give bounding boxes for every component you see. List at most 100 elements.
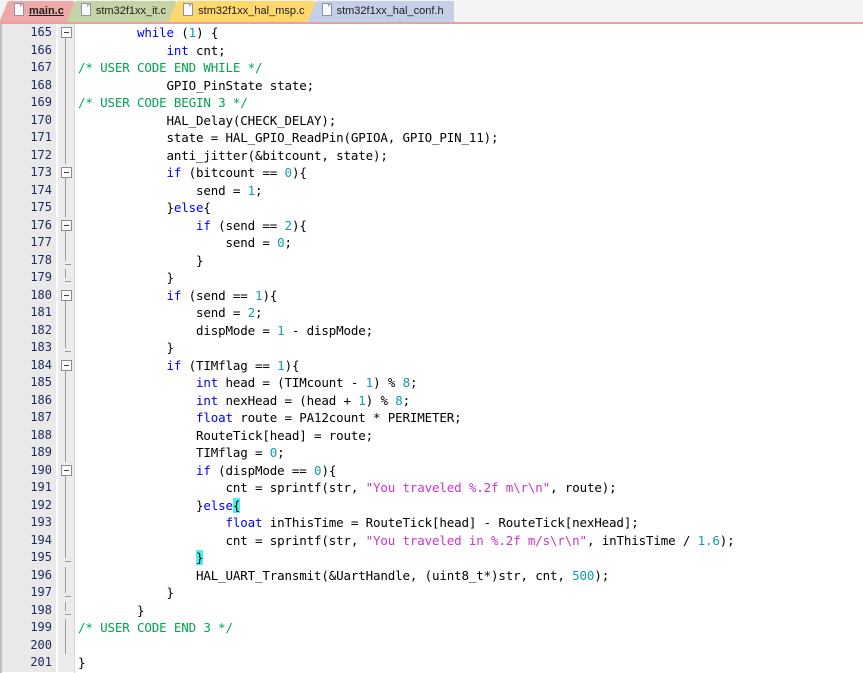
line-number: 167 bbox=[0, 59, 56, 77]
fold-gutter-cell bbox=[58, 444, 74, 462]
editor-tab-label: stm32f1xx_hal_conf.h bbox=[336, 5, 444, 17]
code-line[interactable]: 169 /* USER CODE BEGIN 3 */ bbox=[0, 94, 863, 112]
code-line[interactable]: 183 } bbox=[0, 339, 863, 357]
line-number: 196 bbox=[0, 566, 56, 584]
code-lines-container: 165 while (1) {166 int cnt; 167/* USER CO… bbox=[0, 24, 863, 672]
code-line[interactable]: 187 float route = PA12count * PERIMETER; bbox=[0, 409, 863, 427]
code-text: cnt = sprintf(str, "You traveled %.2f m\… bbox=[78, 480, 617, 495]
fold-gutter-cell bbox=[58, 426, 74, 444]
code-line[interactable]: 173 if (bitcount == 0){ bbox=[0, 164, 863, 182]
fold-collapse-icon[interactable] bbox=[61, 27, 72, 38]
code-line[interactable]: 200 bbox=[0, 636, 863, 654]
fold-gutter-cell bbox=[58, 636, 74, 654]
code-line[interactable]: 194 cnt = sprintf(str, "You traveled in … bbox=[0, 531, 863, 549]
fold-collapse-icon[interactable] bbox=[61, 464, 72, 476]
code-text: } bbox=[78, 655, 86, 670]
code-line[interactable]: 168 GPIO_PinState state; bbox=[0, 76, 863, 94]
code-text: if (send == 2){ bbox=[196, 217, 307, 233]
fold-gutter-cell bbox=[58, 146, 74, 164]
code-line[interactable]: 188 RouteTick[head] = route; bbox=[0, 426, 863, 444]
fold-gutter-cell[interactable] bbox=[58, 286, 74, 304]
fold-gutter-cell bbox=[58, 531, 74, 549]
code-line[interactable]: 175 }else{ bbox=[0, 199, 863, 217]
fold-gutter-cell bbox=[58, 339, 74, 357]
fold-gutter-cell bbox=[58, 374, 74, 392]
line-number: 179 bbox=[0, 269, 56, 287]
code-text: send = 1; bbox=[78, 182, 263, 198]
editor-tab-stm32f1xx-hal-msp-c[interactable]: stm32f1xx_hal_msp.c bbox=[168, 1, 315, 22]
code-line[interactable]: 165 while (1) { bbox=[0, 24, 863, 42]
fold-gutter-cell[interactable] bbox=[58, 216, 74, 234]
line-number: 194 bbox=[0, 531, 56, 549]
gutter-right-border bbox=[74, 24, 75, 673]
editor-tab-stm32f1xx-it-c[interactable]: stm32f1xx_it.c bbox=[65, 1, 177, 22]
code-text: int head = (TIMcount - 1) % 8; bbox=[196, 375, 418, 390]
fold-collapse-icon[interactable] bbox=[61, 359, 72, 371]
fold-end-marker bbox=[65, 351, 71, 352]
fold-gutter-cell bbox=[58, 566, 74, 584]
code-line[interactable]: 171 state = HAL_GPIO_ReadPin(GPIOA, GPIO… bbox=[0, 129, 863, 147]
code-line[interactable]: 184 if (TIMflag == 1){ bbox=[0, 356, 863, 374]
code-line[interactable]: 178 } bbox=[0, 251, 863, 269]
fold-gutter-cell bbox=[58, 601, 74, 619]
code-line[interactable]: 199 /* USER CODE END 3 */ bbox=[0, 619, 863, 637]
code-line[interactable]: 201} bbox=[0, 654, 863, 672]
code-line[interactable]: 182 dispMode = 1 - dispMode; bbox=[0, 321, 863, 339]
code-line[interactable]: 198 } bbox=[0, 601, 863, 619]
line-number: 199 bbox=[0, 619, 56, 637]
code-line[interactable]: 172 anti_jitter(&bitcount, state); bbox=[0, 146, 863, 164]
line-number: 174 bbox=[0, 181, 56, 199]
line-number: 177 bbox=[0, 234, 56, 252]
fold-gutter-cell[interactable] bbox=[58, 461, 74, 479]
fold-gutter-cell[interactable] bbox=[58, 356, 74, 374]
code-line[interactable]: 176 if (send == 2){ bbox=[0, 216, 863, 234]
code-line[interactable]: 181 send = 2; bbox=[0, 304, 863, 322]
fold-collapse-icon[interactable] bbox=[61, 289, 72, 301]
code-line[interactable]: 191 cnt = sprintf(str, "You traveled %.2… bbox=[0, 479, 863, 497]
code-text: HAL_Delay(CHECK_DELAY); bbox=[78, 112, 337, 128]
code-line[interactable]: 179 } bbox=[0, 269, 863, 287]
file-document-icon bbox=[321, 3, 332, 16]
fold-gutter-cell bbox=[58, 41, 74, 59]
fold-collapse-icon[interactable] bbox=[61, 219, 72, 231]
code-line[interactable]: 167 /* USER CODE END WHILE */ bbox=[0, 59, 863, 77]
line-number: 190 bbox=[0, 461, 56, 479]
line-number: 191 bbox=[0, 479, 56, 497]
code-text: } bbox=[78, 252, 204, 268]
code-line[interactable]: 170 HAL_Delay(CHECK_DELAY); bbox=[0, 111, 863, 129]
line-number: 169 bbox=[0, 94, 56, 112]
line-number: 182 bbox=[0, 321, 56, 339]
code-text: float route = PA12count * PERIMETER; bbox=[196, 410, 462, 425]
code-line[interactable]: 180 if (send == 1){ bbox=[0, 286, 863, 304]
code-line[interactable]: 192 }else{ bbox=[0, 496, 863, 514]
fold-collapse-icon[interactable] bbox=[61, 167, 72, 178]
code-text: HAL_UART_Transmit(&UartHandle, (uint8_t*… bbox=[78, 567, 610, 583]
fold-gutter-cell bbox=[58, 129, 74, 147]
code-line[interactable]: 196 HAL_UART_Transmit(&UartHandle, (uint… bbox=[0, 566, 863, 584]
fold-gutter-cell bbox=[58, 304, 74, 322]
code-line[interactable]: 166 int cnt; bbox=[0, 41, 863, 59]
line-number: 173 bbox=[0, 164, 56, 182]
fold-gutter-cell bbox=[58, 496, 74, 514]
code-line[interactable]: 195 } bbox=[0, 549, 863, 567]
code-text: RouteTick[head] = route; bbox=[78, 427, 374, 443]
fold-gutter-cell[interactable] bbox=[58, 164, 74, 182]
code-line[interactable]: 189 TIMflag = 0; bbox=[0, 444, 863, 462]
code-line[interactable]: 177 send = 0; bbox=[0, 234, 863, 252]
fold-gutter-cell bbox=[58, 391, 74, 409]
line-number: 189 bbox=[0, 444, 56, 462]
code-line[interactable]: 174 send = 1; bbox=[0, 181, 863, 199]
editor-tab-stm32f1xx-hal-conf-h[interactable]: stm32f1xx_hal_conf.h bbox=[306, 1, 454, 22]
editor-tab-main-c[interactable]: main.c bbox=[0, 1, 74, 22]
code-line[interactable]: 197 } bbox=[0, 584, 863, 602]
code-text: dispMode = 1 - dispMode; bbox=[78, 322, 374, 338]
code-text: } bbox=[78, 340, 175, 355]
code-line[interactable]: 185 int head = (TIMcount - 1) % 8; bbox=[0, 374, 863, 392]
fold-gutter-cell[interactable] bbox=[58, 24, 74, 42]
line-number: 187 bbox=[0, 409, 56, 427]
code-line[interactable]: 190 if (dispMode == 0){ bbox=[0, 461, 863, 479]
line-number: 165 bbox=[0, 24, 56, 42]
code-line[interactable]: 186 int nexHead = (head + 1) % 8; bbox=[0, 391, 863, 409]
code-editor-pane[interactable]: 165 while (1) {166 int cnt; 167/* USER CO… bbox=[0, 24, 863, 673]
code-line[interactable]: 193 float inThisTime = RouteTick[head] -… bbox=[0, 514, 863, 532]
